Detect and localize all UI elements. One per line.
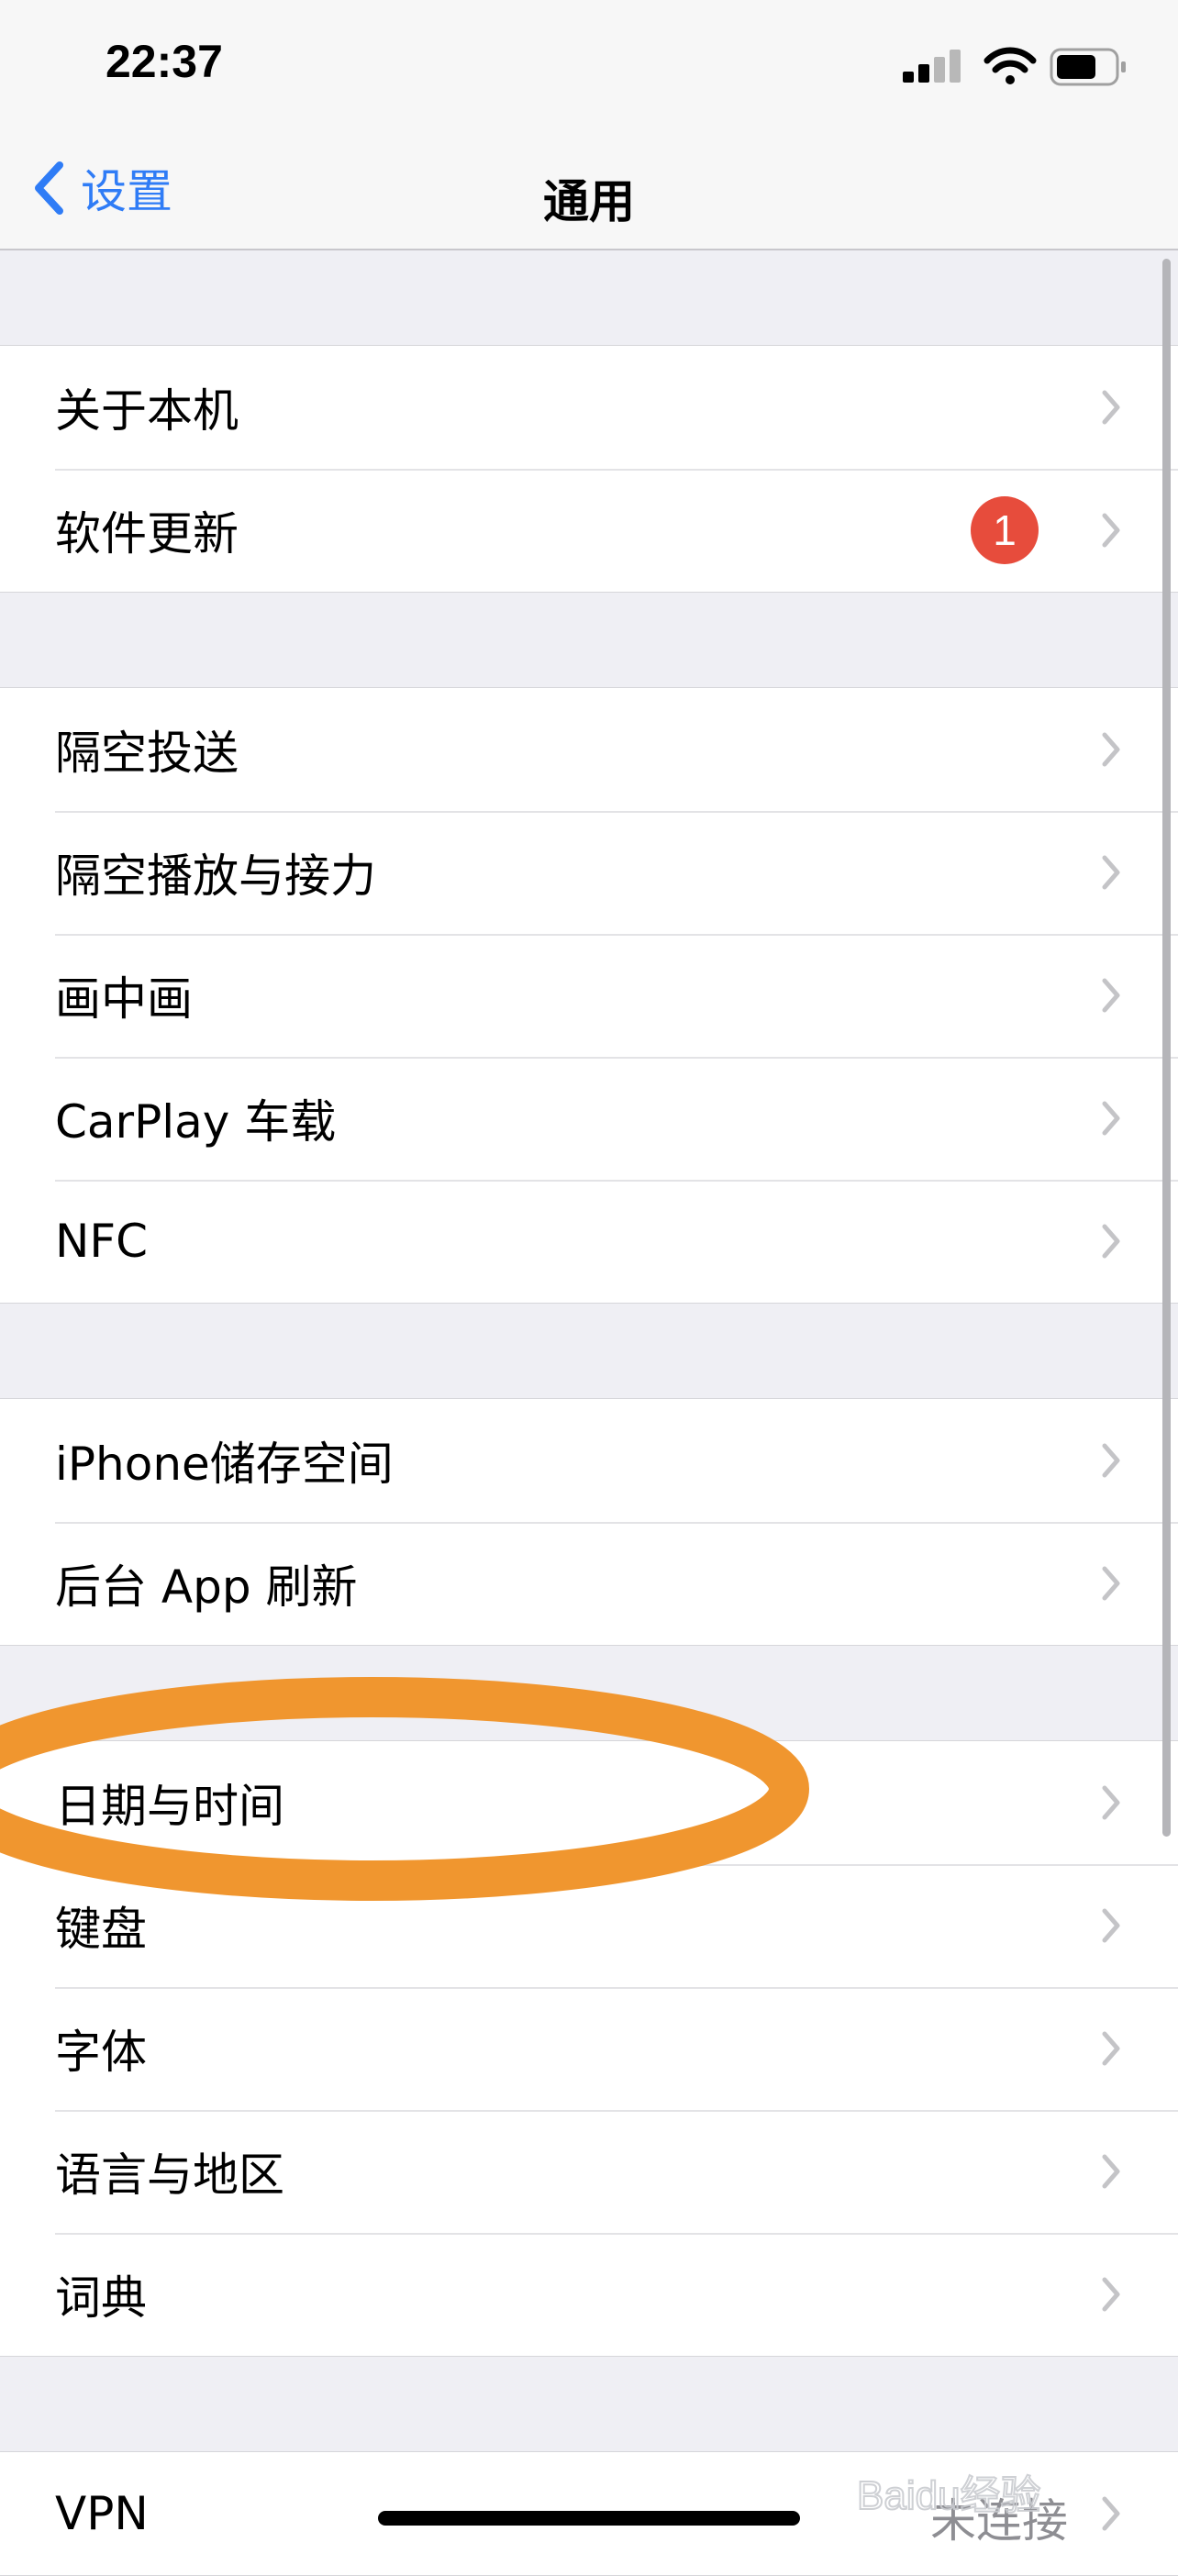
row-label: 关于本机 xyxy=(55,384,239,438)
settings-row-fonts[interactable]: 字体 xyxy=(0,1987,1178,2110)
settings-group: 隔空投送 隔空播放与接力 画中画 CarPlay 车载 NFC xyxy=(0,687,1178,1304)
row-label: 语言与地区 xyxy=(55,2149,284,2202)
row-label: VPN xyxy=(55,2487,149,2540)
chevron-right-icon xyxy=(1102,1101,1120,1136)
settings-row-airdrop[interactable]: 隔空投送 xyxy=(0,688,1178,811)
chevron-right-icon xyxy=(1102,732,1120,767)
page-title: 通用 xyxy=(543,175,635,228)
settings-row-picture-in-picture[interactable]: 画中画 xyxy=(0,934,1178,1057)
settings-row-nfc[interactable]: NFC xyxy=(0,1180,1178,1303)
nav-bar: 设置 通用 xyxy=(0,128,1178,250)
scrollbar[interactable] xyxy=(1162,259,1171,1837)
chevron-right-icon xyxy=(1102,1443,1120,1478)
settings-row-dictionary[interactable]: 词典 xyxy=(0,2233,1178,2356)
chevron-right-icon xyxy=(1102,2031,1120,2066)
home-indicator[interactable] xyxy=(378,2511,800,2526)
row-label: 隔空投送 xyxy=(55,727,239,780)
row-label: 隔空播放与接力 xyxy=(55,849,376,903)
battery-icon xyxy=(1050,48,1126,86)
row-label: CarPlay 车载 xyxy=(55,1095,337,1149)
chevron-right-icon xyxy=(1102,978,1120,1013)
row-label: 画中画 xyxy=(55,972,193,1026)
wifi-icon xyxy=(984,47,1037,84)
status-time: 22:37 xyxy=(106,36,223,87)
chevron-right-icon xyxy=(1102,390,1120,425)
watermark-text: Baidu经验 xyxy=(857,2473,1041,2518)
chevron-right-icon xyxy=(1102,1908,1120,1943)
settings-row-language-region[interactable]: 语言与地区 xyxy=(0,2110,1178,2233)
chevron-right-icon xyxy=(1102,2154,1120,2189)
chevron-right-icon xyxy=(1102,1566,1120,1601)
row-label: NFC xyxy=(55,1215,149,1268)
settings-row-airplay-handoff[interactable]: 隔空播放与接力 xyxy=(0,811,1178,934)
row-label: 键盘 xyxy=(55,1903,147,1956)
chevron-right-icon xyxy=(1102,1224,1120,1259)
settings-group: iPhone储存空间 后台 App 刷新 xyxy=(0,1398,1178,1646)
chevron-right-icon xyxy=(1102,1785,1120,1820)
row-label: 软件更新 xyxy=(55,507,239,561)
status-bar: 22:37 xyxy=(0,0,1178,128)
row-label: 字体 xyxy=(55,2026,147,2079)
settings-row-keyboard[interactable]: 键盘 xyxy=(0,1864,1178,1987)
row-label: iPhone储存空间 xyxy=(55,1438,394,1491)
settings-row-iphone-storage[interactable]: iPhone储存空间 xyxy=(0,1399,1178,1522)
row-label: 后台 App 刷新 xyxy=(55,1560,358,1614)
signal-icon xyxy=(903,50,961,83)
chevron-right-icon xyxy=(1102,855,1120,890)
settings-row-date-time[interactable]: 日期与时间 xyxy=(0,1741,1178,1864)
settings-row-software-update[interactable]: 软件更新 1 xyxy=(0,469,1178,592)
settings-row-carplay[interactable]: CarPlay 车载 xyxy=(0,1057,1178,1180)
watermark: Baidu经验 xyxy=(856,2472,1042,2519)
row-label: 日期与时间 xyxy=(55,1780,284,1833)
chevron-right-icon xyxy=(1102,2277,1120,2312)
settings-group: 关于本机 软件更新 1 xyxy=(0,345,1178,593)
status-icons xyxy=(903,0,1178,128)
settings-group: 日期与时间 键盘 字体 语言与地区 词典 xyxy=(0,1740,1178,2357)
settings-list: 关于本机 软件更新 1 隔空投送 隔空播放与接力 画中画 CarPlay 车载 … xyxy=(0,250,1178,2576)
notification-badge: 1 xyxy=(971,496,1039,564)
row-label: 词典 xyxy=(55,2271,147,2325)
settings-row-about[interactable]: 关于本机 xyxy=(0,346,1178,469)
settings-row-background-refresh[interactable]: 后台 App 刷新 xyxy=(0,1522,1178,1645)
chevron-right-icon xyxy=(1102,513,1120,548)
